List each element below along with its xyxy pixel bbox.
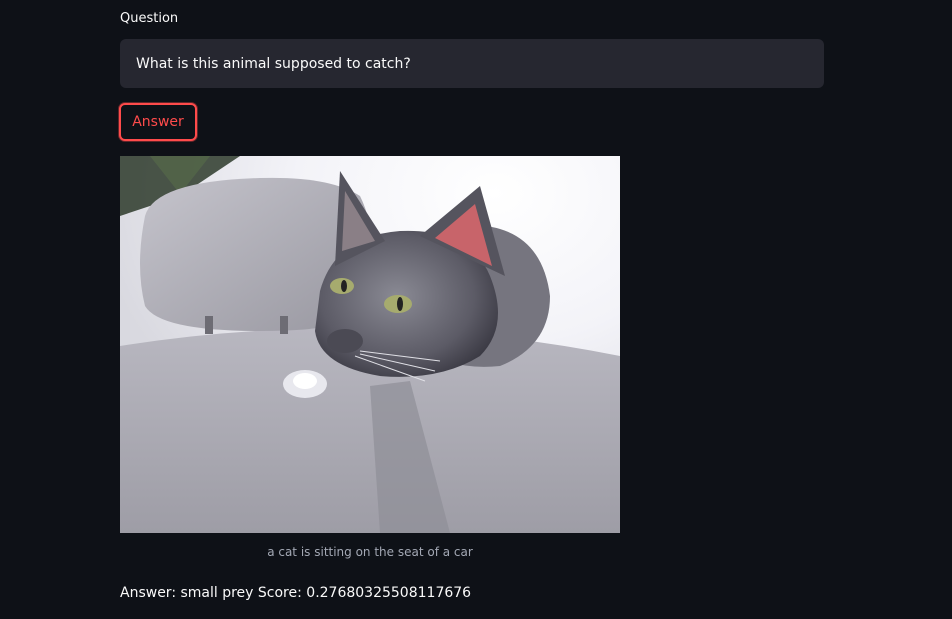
answer-button[interactable]: Answer xyxy=(119,103,197,141)
cat-in-car-photo xyxy=(120,156,620,533)
result-image xyxy=(120,156,620,533)
question-input[interactable] xyxy=(120,39,824,88)
question-label: Question xyxy=(120,11,179,26)
image-caption: a cat is sitting on the seat of a car xyxy=(267,545,473,559)
answer-result: Answer: small prey Score: 0.276803255081… xyxy=(120,585,472,601)
